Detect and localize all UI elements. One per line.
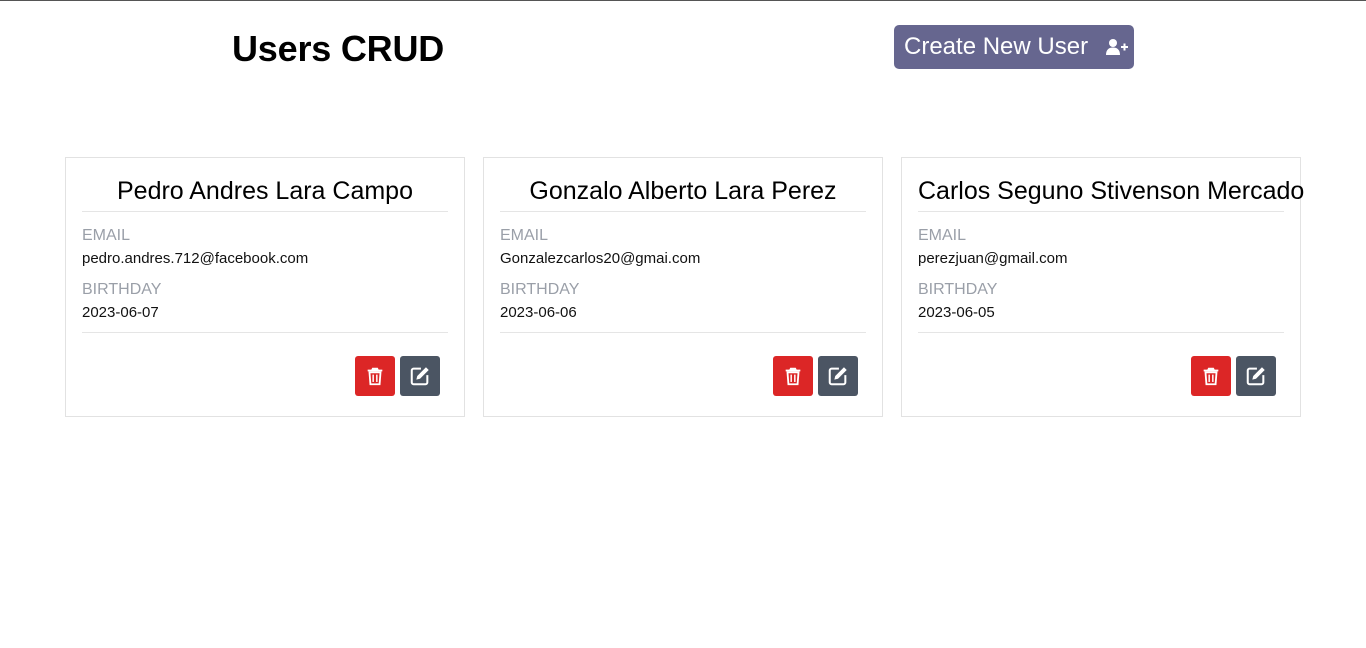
birthday-label: BIRTHDAY bbox=[82, 281, 162, 298]
email-label: EMAIL bbox=[500, 227, 549, 244]
edit-icon bbox=[410, 367, 429, 386]
create-new-user-label: Create New User bbox=[904, 33, 1089, 60]
trash-icon bbox=[367, 367, 383, 386]
user-card: Gonzalo Alberto Lara Perez EMAIL Gonzale… bbox=[483, 157, 883, 417]
create-new-user-button[interactable]: Create New User bbox=[894, 25, 1134, 69]
birthday-label: BIRTHDAY bbox=[500, 281, 580, 298]
email-value: Gonzalezcarlos20@gmai.com bbox=[500, 250, 701, 267]
delete-user-button[interactable] bbox=[355, 356, 395, 396]
email-label: EMAIL bbox=[918, 227, 967, 244]
trash-icon bbox=[785, 367, 801, 386]
user-name: Carlos Seguno Stivenson Mercado bbox=[918, 158, 1304, 212]
card-actions bbox=[1191, 356, 1276, 396]
birthday-label: BIRTHDAY bbox=[918, 281, 998, 298]
delete-user-button[interactable] bbox=[773, 356, 813, 396]
user-card: Pedro Andres Lara Campo EMAIL pedro.andr… bbox=[65, 157, 465, 417]
page-title: Users CRUD bbox=[232, 28, 445, 69]
edit-user-button[interactable] bbox=[818, 356, 858, 396]
email-label: EMAIL bbox=[82, 227, 131, 244]
user-card: Carlos Seguno Stivenson Mercado EMAIL pe… bbox=[901, 157, 1304, 417]
user-card-list: Pedro Andres Lara Campo EMAIL pedro.andr… bbox=[65, 157, 1304, 417]
user-plus-icon bbox=[1106, 38, 1129, 56]
user-name: Pedro Andres Lara Campo bbox=[82, 158, 448, 212]
edit-user-button[interactable] bbox=[400, 356, 440, 396]
card-divider bbox=[918, 332, 1284, 333]
user-name: Gonzalo Alberto Lara Perez bbox=[500, 158, 866, 212]
birthday-value: 2023-06-05 bbox=[918, 304, 995, 321]
trash-icon bbox=[1203, 367, 1219, 386]
delete-user-button[interactable] bbox=[1191, 356, 1231, 396]
edit-user-button[interactable] bbox=[1236, 356, 1276, 396]
card-actions bbox=[773, 356, 858, 396]
email-value: pedro.andres.712@facebook.com bbox=[82, 250, 309, 267]
birthday-value: 2023-06-07 bbox=[82, 304, 159, 321]
email-value: perezjuan@gmail.com bbox=[918, 250, 1068, 267]
card-actions bbox=[355, 356, 440, 396]
card-divider bbox=[82, 332, 448, 333]
edit-icon bbox=[1246, 367, 1265, 386]
edit-icon bbox=[828, 367, 847, 386]
card-divider bbox=[500, 332, 866, 333]
birthday-value: 2023-06-06 bbox=[500, 304, 577, 321]
header: Users CRUD Create New User bbox=[0, 1, 1366, 101]
